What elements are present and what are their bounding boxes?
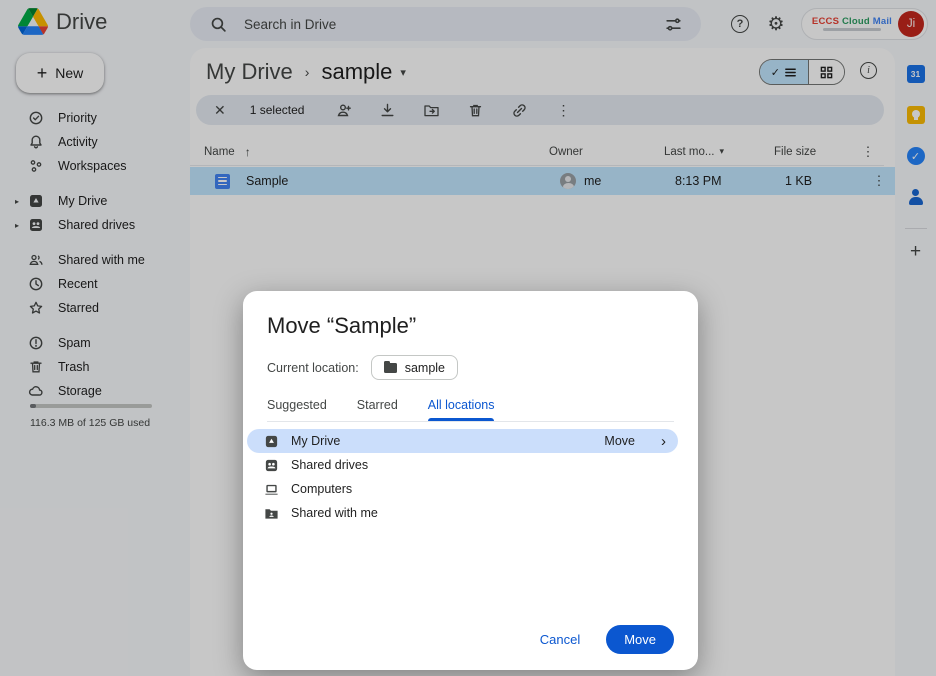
location-label: Shared with me — [291, 506, 378, 520]
tab-all-locations[interactable]: All locations — [428, 398, 495, 421]
current-location-chip[interactable]: sample — [371, 355, 458, 380]
current-location-label: Current location: — [267, 361, 359, 375]
location-label: Computers — [291, 482, 352, 496]
location-row-my-drive[interactable]: My Drive Move › — [247, 429, 678, 453]
move-button[interactable]: Move — [606, 625, 674, 654]
dialog-title: Move “Sample” — [267, 313, 674, 339]
shared-folder-icon — [264, 506, 279, 521]
shared-drives-icon — [264, 458, 279, 473]
location-list: My Drive Move › Shared drives Computers … — [247, 429, 694, 525]
location-label: Shared drives — [291, 458, 368, 472]
move-dialog: Move “Sample” Current location: sample S… — [243, 291, 698, 670]
location-label: My Drive — [291, 434, 340, 448]
location-row-shared-drives[interactable]: Shared drives — [247, 453, 678, 477]
computer-icon — [264, 482, 279, 497]
location-row-shared-with-me[interactable]: Shared with me — [247, 501, 678, 525]
tab-starred[interactable]: Starred — [357, 398, 398, 421]
my-drive-icon — [264, 434, 279, 449]
cancel-button[interactable]: Cancel — [540, 632, 580, 647]
tab-suggested[interactable]: Suggested — [267, 398, 327, 421]
location-row-computers[interactable]: Computers — [247, 477, 678, 501]
folder-icon — [384, 363, 397, 373]
row-move-action[interactable]: Move — [604, 434, 635, 448]
chevron-right-icon[interactable]: › — [661, 433, 666, 450]
current-location-name: sample — [405, 361, 445, 375]
dialog-tabs: Suggested Starred All locations — [267, 398, 674, 422]
